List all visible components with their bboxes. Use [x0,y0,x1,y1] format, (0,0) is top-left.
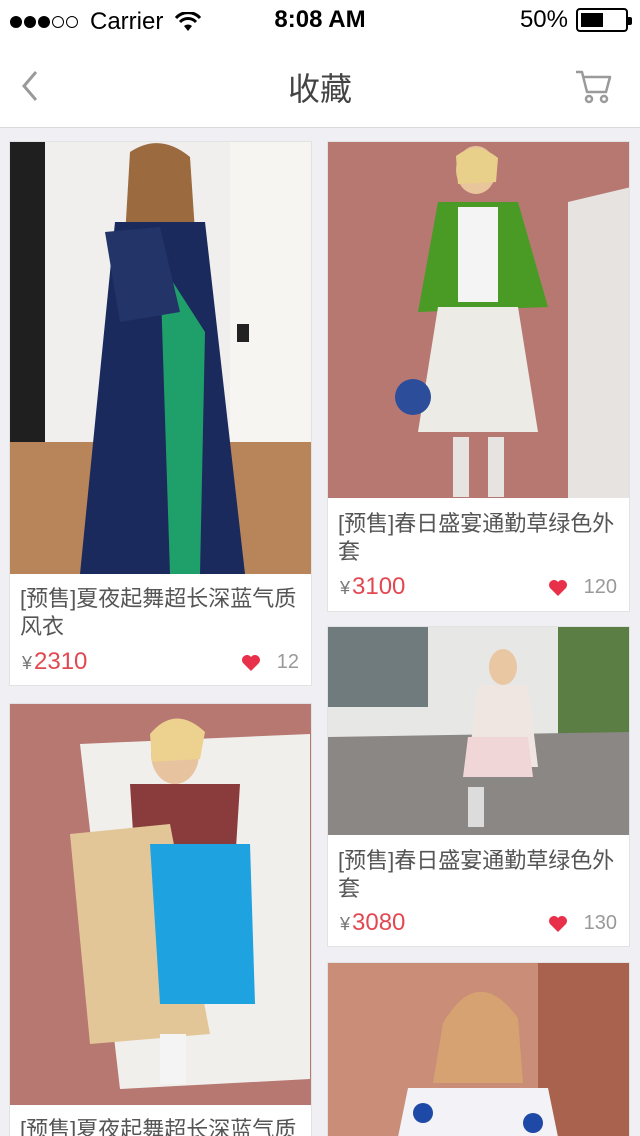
like-count[interactable]: 130 [548,912,617,935]
product-price: ¥ 2310 [22,648,87,676]
like-count-value: 12 [276,651,299,673]
battery-icon [576,8,632,32]
product-card[interactable]: [预售]春日盛宴通勤草绿色外套 ¥ 3080 130 [327,626,630,947]
product-name: [预售]夏夜起舞超长深蓝气质风衣 [20,586,297,639]
product-name: [预售]春日盛宴通勤草绿色外套 [338,848,615,901]
navigation-bar: 收藏 [0,40,640,128]
product-name: [预售]春日盛宴通勤草绿色外套 [338,511,615,564]
product-image[interactable] [10,704,312,1105]
product-image[interactable] [328,963,630,1136]
price-value: 3100 [352,573,406,600]
heart-icon[interactable] [241,654,261,672]
battery-percent: 50% [519,6,568,33]
product-image[interactable] [10,142,312,574]
page-title: 收藏 [287,71,352,107]
heart-icon[interactable] [548,579,568,597]
product-name: [预售]夏夜起舞超长深蓝气质风衣 [20,1117,297,1136]
product-price: ¥ 3080 [340,909,405,937]
product-card[interactable]: [预售]夏夜起舞超长深蓝气质风衣 [9,703,312,1136]
product-image[interactable] [328,627,630,835]
product-card[interactable] [327,962,630,1136]
status-bar: Carrier 8:08 AM 50% [0,0,640,40]
like-count-value: 130 [583,912,617,934]
currency-symbol: ¥ [22,653,33,673]
product-image[interactable] [328,142,630,498]
cart-icon[interactable] [574,66,614,106]
like-count-value: 120 [583,576,617,598]
like-count[interactable]: 12 [241,651,299,674]
product-price: ¥ 3100 [340,573,405,601]
like-count[interactable]: 120 [548,576,617,599]
price-value: 3080 [352,909,406,936]
heart-icon[interactable] [548,915,568,933]
product-card[interactable]: [预售]夏夜起舞超长深蓝气质风衣 ¥ 2310 12 [9,141,312,686]
currency-symbol: ¥ [340,914,351,934]
currency-symbol: ¥ [340,578,351,598]
price-value: 2310 [34,648,88,675]
product-card[interactable]: [预售]春日盛宴通勤草绿色外套 ¥ 3100 120 [327,141,630,612]
